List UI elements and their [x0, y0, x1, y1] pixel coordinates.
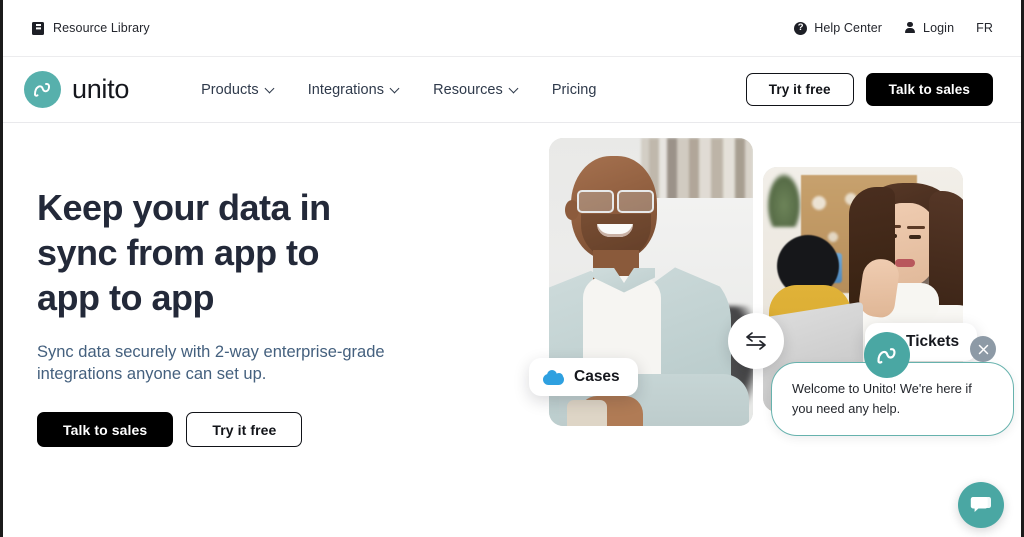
- language-label: FR: [976, 21, 993, 35]
- right-photo-woman-lips: [895, 259, 915, 267]
- nav-item-integrations[interactable]: Integrations: [308, 82, 399, 98]
- hero-talk-to-sales-button[interactable]: Talk to sales: [37, 412, 174, 447]
- hero-title: Keep your data in sync from app to app t…: [37, 187, 331, 318]
- chat-close-button[interactable]: [970, 336, 996, 362]
- header-try-it-free-button[interactable]: Try it free: [745, 73, 854, 106]
- chevron-down-icon: [510, 85, 518, 93]
- salesforce-cloud-icon: [543, 369, 564, 385]
- help-center-link[interactable]: ? Help Center: [794, 21, 882, 35]
- hero-section: Keep your data in sync from app to app t…: [3, 123, 1021, 536]
- nav-label-resources: Resources: [433, 81, 503, 98]
- pill-cases-label: Cases: [574, 368, 620, 385]
- left-photo-cup: [567, 400, 607, 426]
- person-icon: [904, 22, 916, 35]
- resource-library-link[interactable]: Resource Library: [32, 21, 150, 35]
- nav-item-products[interactable]: Products: [201, 82, 274, 98]
- logo-wordmark: unito: [72, 74, 130, 104]
- right-photo-plant: [767, 173, 801, 227]
- book-icon: [32, 21, 44, 35]
- header-cta-group: Try it free Talk to sales: [745, 73, 993, 106]
- login-label: Login: [923, 21, 955, 35]
- utility-bar: Resource Library ? Help Center Login FR: [3, 0, 1021, 57]
- resource-library-label: Resource Library: [53, 21, 150, 35]
- hero-visual: Cases Tickets Welcome to Unito! We're he…: [503, 123, 1021, 536]
- page-root: Resource Library ? Help Center Login FR: [3, 0, 1021, 537]
- hero-cta-group: Talk to sales Try it free: [37, 412, 497, 447]
- chevron-down-icon: [266, 85, 274, 93]
- close-icon: [978, 344, 988, 354]
- left-photo-glasses: [575, 190, 659, 213]
- nav-label-products: Products: [201, 81, 259, 98]
- login-link[interactable]: Login: [904, 21, 954, 35]
- main-header: unito Products Integrations Resources Pr…: [3, 57, 1021, 123]
- chevron-down-icon: [391, 85, 399, 93]
- chat-launcher-button[interactable]: [958, 482, 1004, 528]
- hero-try-it-free-button[interactable]: Try it free: [186, 412, 303, 447]
- question-circle-icon: ?: [794, 21, 808, 35]
- two-way-sync-arrows-icon: [728, 313, 784, 369]
- utility-bar-right: ? Help Center Login FR: [794, 21, 993, 35]
- pill-tickets-label: Tickets: [906, 333, 960, 350]
- help-center-label: Help Center: [814, 21, 883, 35]
- header-talk-to-sales-button[interactable]: Talk to sales: [865, 73, 993, 106]
- pill-cases: Cases: [529, 358, 638, 396]
- hero-copy: Keep your data in sync from app to app t…: [37, 185, 497, 536]
- nav-item-resources[interactable]: Resources: [433, 82, 518, 98]
- logo-home-link[interactable]: unito: [24, 71, 129, 108]
- unito-wave-icon: [24, 71, 61, 108]
- primary-nav: Products Integrations Resources Pricing: [201, 82, 596, 98]
- nav-item-pricing[interactable]: Pricing: [552, 82, 597, 98]
- chat-avatar: [864, 332, 910, 378]
- nav-label-integrations: Integrations: [307, 81, 385, 98]
- hero-subtitle: Sync data securely with 2-way enterprise…: [37, 343, 385, 383]
- nav-label-pricing: Pricing: [551, 81, 597, 98]
- chat-bubbles-icon: [970, 497, 991, 512]
- language-switcher[interactable]: FR: [976, 21, 993, 35]
- window-edge-left: [0, 0, 3, 537]
